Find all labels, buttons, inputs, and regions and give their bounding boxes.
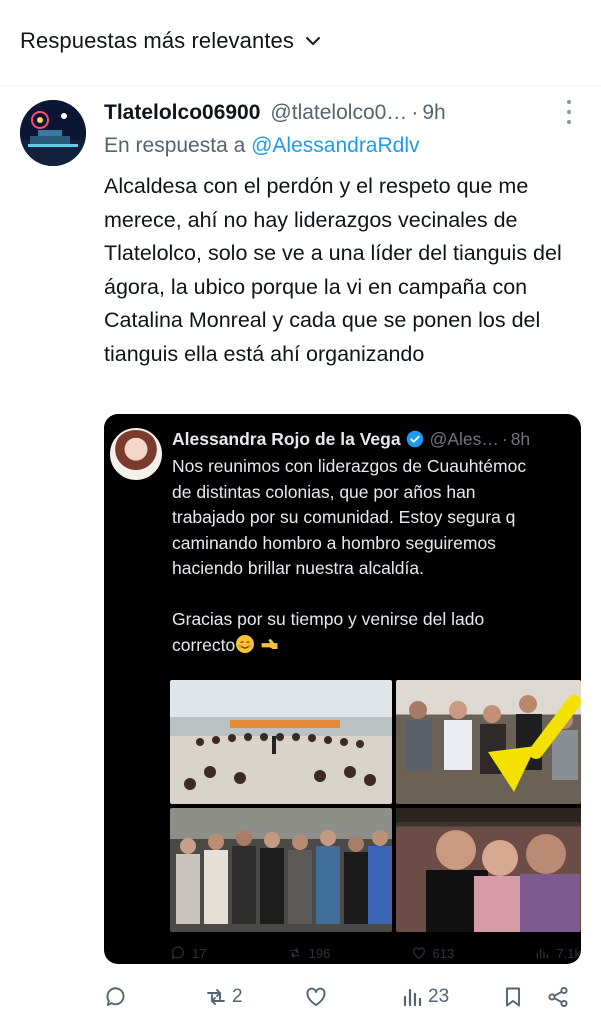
avatar[interactable]	[20, 100, 86, 166]
handle[interactable]: @tlatelolco0…	[270, 101, 407, 125]
heart-icon	[412, 947, 425, 960]
reply-tweet[interactable]: Tlatelolco06900 @tlatelolco0… · 9h En re…	[0, 86, 601, 1024]
retweet-count: 2	[232, 986, 243, 1007]
quote-reply-metric[interactable]: 17	[170, 945, 206, 961]
tweet-text: Alcaldesa con el perdón y el respeto que…	[104, 174, 562, 366]
retweet-icon	[289, 947, 300, 959]
separator: ·	[411, 101, 419, 124]
quote-separator: ·	[501, 428, 508, 449]
replies-sort-bar: Respuestas más relevantes	[0, 0, 601, 86]
reply-icon	[106, 987, 125, 1006]
smiling-face-icon	[236, 634, 255, 653]
like-button[interactable]	[304, 985, 332, 1009]
display-name[interactable]: Tlatelolco06900	[104, 101, 260, 125]
sort-label: Respuestas más relevantes	[20, 28, 294, 53]
photo-group-standing[interactable]	[396, 680, 581, 804]
quote-handle[interactable]: @Ales…	[430, 429, 499, 450]
share-button[interactable]	[546, 985, 570, 1009]
reply-button[interactable]	[104, 985, 132, 1009]
action-bar: 2 23	[104, 982, 574, 1012]
views-button[interactable]: 23	[400, 985, 449, 1009]
quote-text-body: Nos reunimos con liderazgos de Cuauhtémo…	[172, 456, 527, 655]
photo-group-portrait[interactable]	[170, 808, 392, 932]
more-options-icon[interactable]	[565, 100, 573, 124]
quote-like-metric[interactable]: 613	[411, 945, 455, 961]
quote-metrics: 17 196 613 7.1k	[170, 942, 581, 964]
views-icon	[403, 988, 422, 1007]
photo-grid[interactable]	[170, 680, 581, 932]
reply-context: En respuesta a @AlessandraRdlv	[104, 134, 420, 158]
heart-icon	[306, 987, 326, 1006]
quote-display-name[interactable]: Alessandra Rojo de la Vega	[172, 429, 401, 450]
photo-closeup[interactable]	[396, 808, 581, 932]
photo-meeting-room[interactable]	[170, 680, 392, 804]
bookmark-button[interactable]	[501, 985, 525, 1009]
quote-reply-count: 17	[192, 945, 207, 961]
tweet-header: Tlatelolco06900 @tlatelolco0… · 9h	[104, 98, 574, 128]
reply-prefix: En respuesta a	[104, 134, 246, 157]
reply-icon	[171, 946, 184, 960]
retweet-button[interactable]: 2	[204, 985, 243, 1009]
timestamp[interactable]: 9h	[422, 101, 445, 125]
views-count: 23	[428, 986, 450, 1007]
verified-badge-icon	[406, 430, 423, 448]
quote-retweet-metric[interactable]: 196	[287, 945, 331, 961]
quote-views-count: 7.1k	[556, 945, 581, 961]
quoted-tweet[interactable]: Alessandra Rojo de la Vega @Ales… · 8h N…	[104, 414, 581, 964]
share-icon	[548, 986, 568, 1008]
retweet-icon	[207, 989, 225, 1005]
quote-like-count: 613	[432, 945, 455, 961]
bookmark-icon	[506, 987, 520, 1007]
backhand-index-pointing-left-icon	[261, 638, 278, 649]
sort-replies-button[interactable]: Respuestas más relevantes	[20, 28, 322, 54]
quote-text: Nos reunimos con liderazgos de Cuauhtémo…	[172, 454, 581, 658]
views-icon	[537, 949, 549, 959]
quote-avatar[interactable]	[110, 428, 162, 480]
quote-retweet-count: 196	[308, 945, 331, 961]
quote-header: Alessandra Rojo de la Vega @Ales… · 8h	[172, 426, 530, 452]
quote-views-metric[interactable]: 7.1k	[534, 945, 581, 961]
quote-timestamp[interactable]: 8h	[511, 429, 530, 450]
reply-to-link[interactable]: @AlessandraRdlv	[251, 134, 419, 157]
chevron-down-icon	[305, 37, 320, 45]
